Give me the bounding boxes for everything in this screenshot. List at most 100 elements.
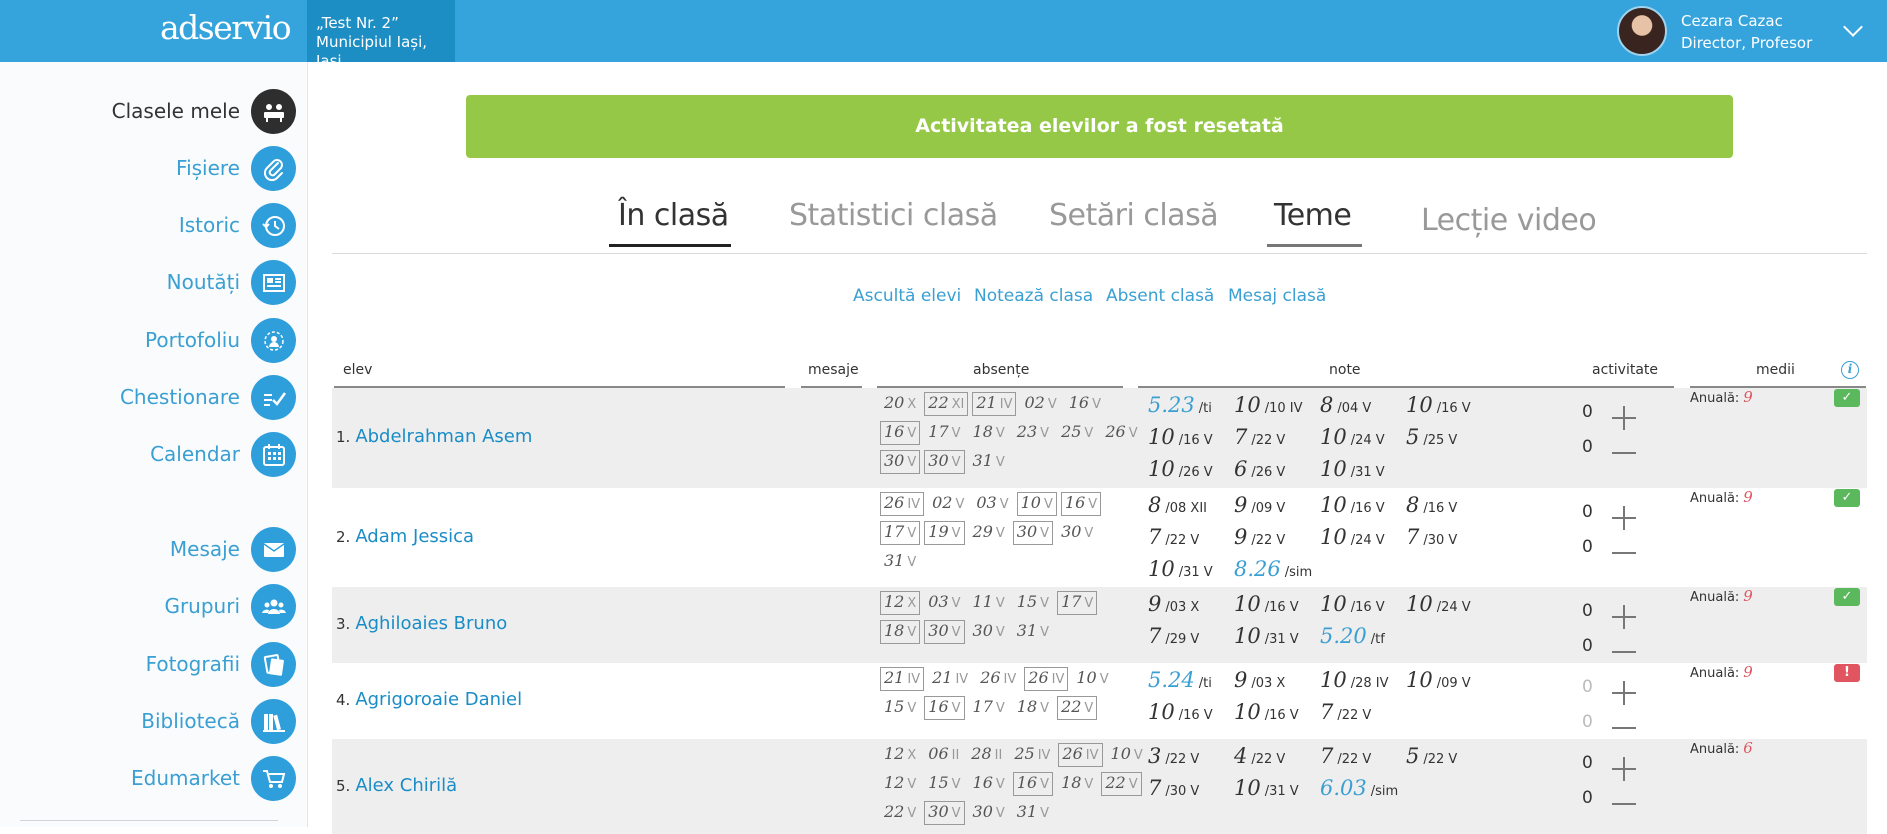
activity-plus-button[interactable] bbox=[1612, 681, 1636, 705]
grade-entry[interactable]: 10/24 V bbox=[1320, 425, 1406, 449]
absence-entry[interactable]: 16 V bbox=[1012, 772, 1054, 796]
grade-entry[interactable]: 9/03 X bbox=[1148, 592, 1234, 616]
grade-entry[interactable]: 10/31 V bbox=[1320, 457, 1406, 481]
average-value[interactable]: 9 bbox=[1743, 388, 1753, 406]
activity-plus-button[interactable] bbox=[1612, 757, 1636, 781]
absence-entry[interactable]: 17 V bbox=[924, 421, 964, 445]
student-name-link[interactable]: Alex Chirilă bbox=[355, 775, 457, 796]
absence-entry[interactable]: 18 V bbox=[1057, 772, 1097, 796]
activity-minus-button[interactable] bbox=[1612, 640, 1636, 664]
grade-entry[interactable]: 5.24/ti bbox=[1148, 668, 1234, 692]
action-link-0[interactable]: Ascultă elevi bbox=[853, 286, 961, 306]
grade-entry[interactable]: 10/28 IV bbox=[1320, 668, 1406, 692]
absence-entry[interactable]: 30 V bbox=[924, 801, 965, 825]
check-icon[interactable]: ✓ bbox=[1834, 489, 1860, 507]
grade-entry[interactable]: 10/16 V bbox=[1320, 493, 1406, 517]
sidebar-item-library[interactable]: Bibliotecă bbox=[0, 697, 300, 745]
absence-entry[interactable]: 31 V bbox=[1013, 801, 1053, 825]
absence-entry[interactable]: 22 V bbox=[1101, 772, 1142, 796]
sidebar-item-portfolio[interactable]: Portofoliu bbox=[0, 316, 300, 364]
absence-entry[interactable]: 30 V bbox=[1012, 521, 1054, 545]
absence-entry[interactable]: 16 V bbox=[1060, 492, 1102, 516]
grade-entry[interactable]: 5/22 V bbox=[1406, 744, 1492, 768]
student-name-link[interactable]: Agrigoroaie Daniel bbox=[355, 689, 522, 710]
sidebar-item-photos[interactable]: Fotografii bbox=[0, 640, 300, 688]
absence-entry[interactable]: 17 V bbox=[880, 521, 921, 545]
info-icon[interactable]: i bbox=[1841, 361, 1859, 379]
alert-icon[interactable]: ! bbox=[1834, 664, 1860, 682]
absence-entry[interactable]: 18 V bbox=[969, 421, 1009, 445]
sidebar-item-group[interactable]: Grupuri bbox=[0, 582, 300, 630]
absence-entry[interactable]: 21 IV bbox=[928, 667, 972, 691]
absence-entry[interactable]: 16 V bbox=[880, 421, 921, 445]
student-name-link[interactable]: Abdelrahman Asem bbox=[355, 426, 532, 447]
absence-entry[interactable]: 15 V bbox=[924, 772, 964, 796]
tab-3[interactable]: Teme bbox=[1274, 198, 1352, 233]
grade-entry[interactable]: 8/08 XII bbox=[1148, 493, 1234, 517]
average-value[interactable]: 9 bbox=[1743, 587, 1753, 605]
adservio-logo[interactable]: adservio bbox=[160, 8, 292, 47]
chevron-down-icon[interactable] bbox=[1843, 17, 1863, 37]
check-icon[interactable]: ✓ bbox=[1834, 588, 1860, 606]
absence-entry[interactable]: 26 IV bbox=[1024, 667, 1069, 691]
absence-entry[interactable]: 30 V bbox=[924, 450, 965, 474]
grade-entry[interactable]: 7/29 V bbox=[1148, 624, 1234, 648]
grade-entry[interactable]: 10/10 IV bbox=[1234, 393, 1320, 417]
absence-entry[interactable]: 15 V bbox=[880, 696, 920, 720]
grade-entry[interactable]: 4/22 V bbox=[1234, 744, 1320, 768]
absence-entry[interactable]: 20 X bbox=[880, 392, 920, 416]
absence-entry[interactable]: 26 IV bbox=[976, 667, 1020, 691]
grade-entry[interactable]: 10/31 V bbox=[1234, 776, 1320, 800]
absence-entry[interactable]: 31 V bbox=[969, 450, 1009, 474]
absence-entry[interactable]: 17 V bbox=[969, 696, 1009, 720]
user-menu[interactable]: Cezara Cazac Director, Profesor bbox=[1681, 10, 1812, 54]
action-link-3[interactable]: Mesaj clasă bbox=[1228, 286, 1326, 306]
activity-plus-button[interactable] bbox=[1612, 605, 1636, 629]
grade-entry[interactable]: 8.26/sim bbox=[1234, 557, 1320, 581]
tab-4[interactable]: Lecție video bbox=[1421, 203, 1597, 238]
activity-minus-button[interactable] bbox=[1612, 792, 1636, 816]
school-selector[interactable]: „Test Nr. 2” Municipiul Iași, Iași bbox=[307, 0, 455, 70]
student-name-link[interactable]: Aghiloaies Bruno bbox=[355, 613, 507, 634]
grade-entry[interactable]: 10/16 V bbox=[1406, 393, 1492, 417]
activity-plus-button[interactable] bbox=[1612, 506, 1636, 530]
grade-entry[interactable]: 7/22 V bbox=[1320, 700, 1406, 724]
tab-0[interactable]: În clasă bbox=[618, 198, 729, 233]
absence-entry[interactable]: 12 V bbox=[880, 772, 920, 796]
absence-entry[interactable]: 02 V bbox=[928, 492, 968, 516]
grade-entry[interactable]: 7/22 V bbox=[1320, 744, 1406, 768]
sidebar-item-questionnaire[interactable]: Chestionare bbox=[0, 373, 300, 421]
tab-1[interactable]: Statistici clasă bbox=[789, 198, 998, 233]
grade-entry[interactable]: 3/22 V bbox=[1148, 744, 1234, 768]
absence-entry[interactable]: 23 V bbox=[1013, 421, 1053, 445]
absence-entry[interactable]: 06 II bbox=[924, 743, 963, 767]
grade-entry[interactable]: 10/24 V bbox=[1406, 592, 1492, 616]
grade-entry[interactable]: 7/22 V bbox=[1234, 425, 1320, 449]
absence-entry[interactable]: 15 V bbox=[1013, 591, 1053, 615]
grade-entry[interactable]: 8/16 V bbox=[1406, 493, 1492, 517]
absence-entry[interactable]: 10 V bbox=[1072, 667, 1112, 691]
grade-entry[interactable]: 5/25 V bbox=[1406, 425, 1492, 449]
absence-entry[interactable]: 19 V bbox=[924, 521, 965, 545]
absence-entry[interactable]: 10 V bbox=[1016, 492, 1057, 516]
avatar[interactable] bbox=[1617, 6, 1667, 56]
absence-entry[interactable]: 22 XI bbox=[924, 392, 969, 416]
action-link-2[interactable]: Absent clasă bbox=[1106, 286, 1214, 306]
absence-entry[interactable]: 28 II bbox=[967, 743, 1006, 767]
absence-entry[interactable]: 12 X bbox=[880, 591, 921, 615]
student-name[interactable]: 1. Abdelrahman Asem bbox=[336, 426, 532, 447]
student-name-link[interactable]: Adam Jessica bbox=[355, 526, 474, 547]
grade-entry[interactable]: 10/31 V bbox=[1234, 624, 1320, 648]
sidebar-item-classes[interactable]: Clasele mele bbox=[0, 87, 300, 135]
grade-entry[interactable]: 6.03/sim bbox=[1320, 776, 1406, 800]
absence-entry[interactable]: 10 V bbox=[1107, 743, 1147, 767]
absence-entry[interactable]: 22 V bbox=[880, 801, 920, 825]
absence-entry[interactable]: 30 V bbox=[924, 620, 965, 644]
absence-entry[interactable]: 12 X bbox=[880, 743, 920, 767]
grade-entry[interactable]: 10/31 V bbox=[1148, 557, 1234, 581]
grade-entry[interactable]: 10/26 V bbox=[1148, 457, 1234, 481]
absence-entry[interactable]: 26 IV bbox=[1058, 743, 1103, 767]
grade-entry[interactable]: 10/16 V bbox=[1148, 425, 1234, 449]
absence-entry[interactable]: 17 V bbox=[1057, 591, 1098, 615]
sidebar-item-calendar[interactable]: Calendar bbox=[0, 430, 300, 478]
